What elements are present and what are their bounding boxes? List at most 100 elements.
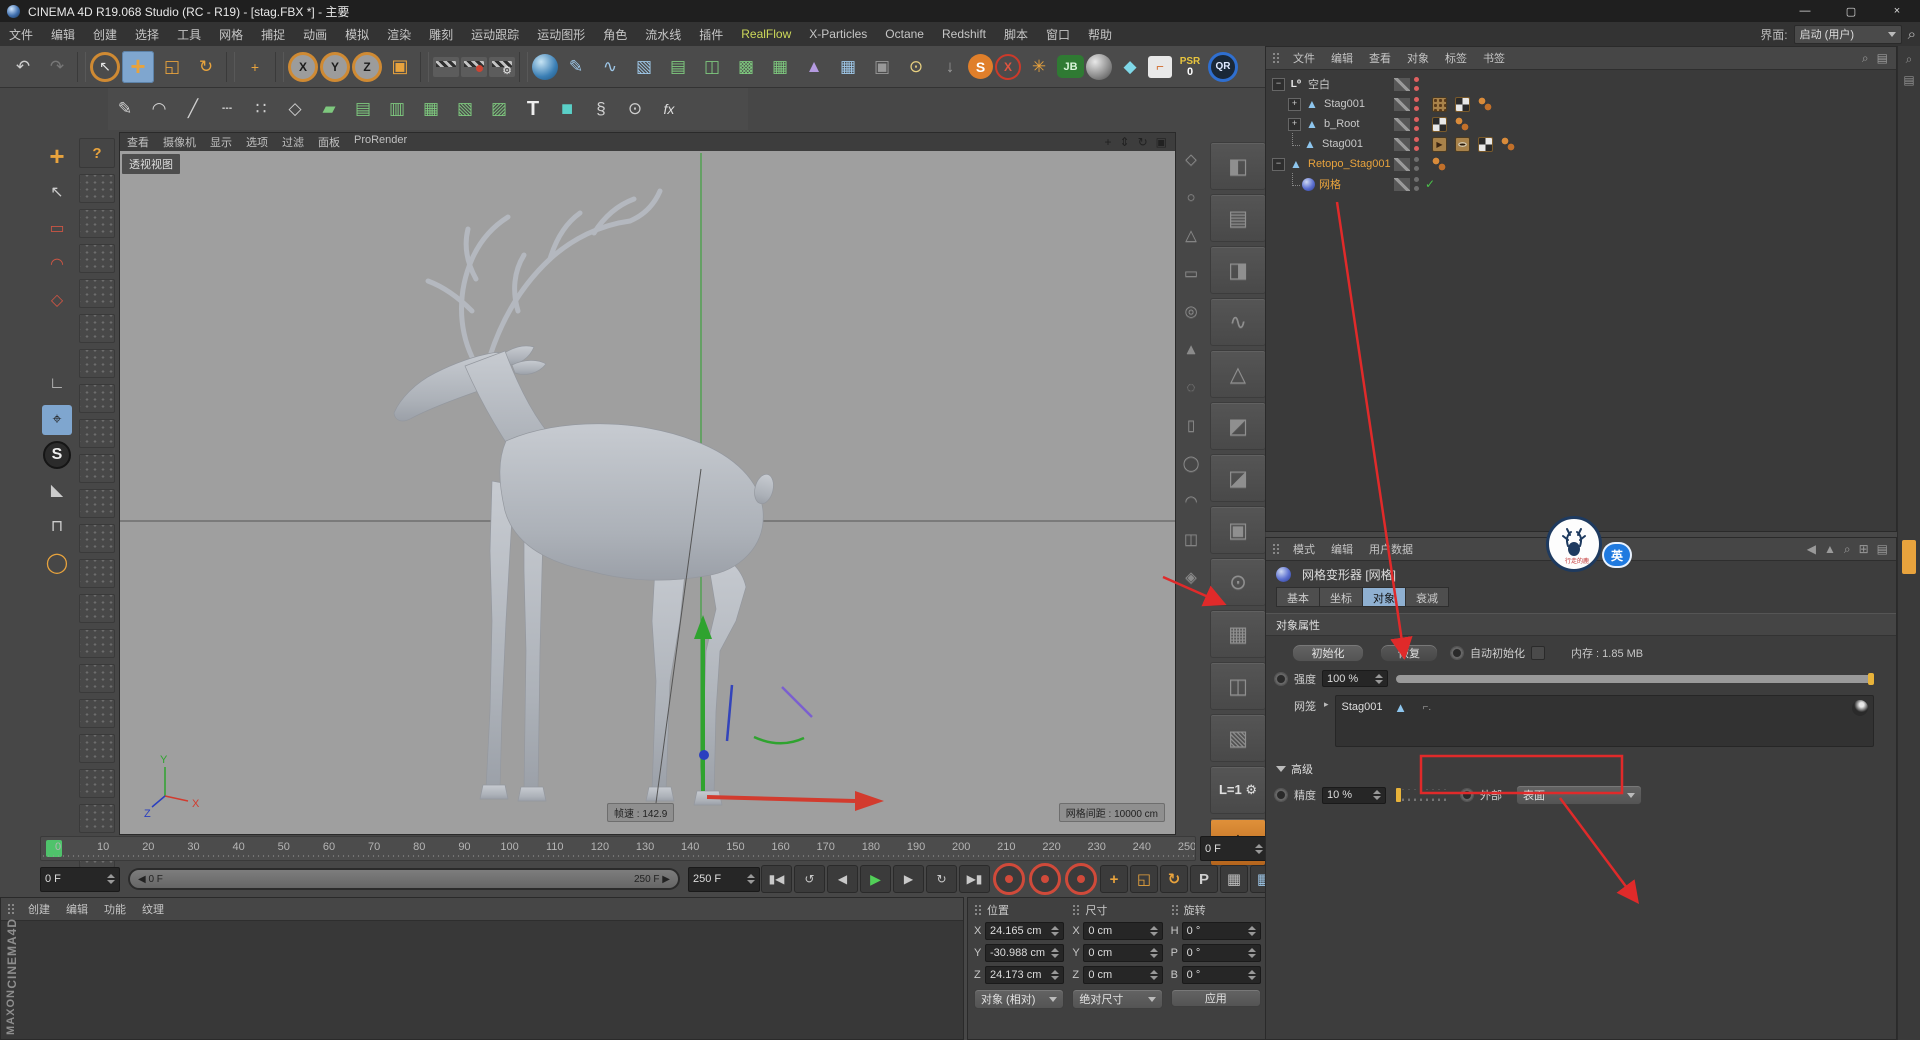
render-view-button[interactable] (433, 57, 459, 77)
cage-item[interactable]: Stag001 ▲ ⌐. (1342, 699, 1867, 715)
advanced-section[interactable]: 高级 (1266, 761, 1896, 777)
maximize-button[interactable]: ▢ (1828, 0, 1874, 22)
volume-cube-button[interactable]: ■ (551, 93, 583, 125)
realflow-button[interactable]: S (968, 54, 993, 79)
jet-fluids-button[interactable]: JB (1057, 55, 1084, 78)
accuracy-slider[interactable] (1394, 789, 1446, 801)
points-mode-button[interactable]: ∷ (245, 93, 277, 125)
menu-运动跟踪[interactable]: 运动跟踪 (462, 26, 528, 43)
wire-cone-icon[interactable]: △ (1178, 216, 1204, 254)
zoom-view-icon[interactable]: ⇕ (1120, 135, 1130, 149)
rotate-button[interactable]: ↻ (190, 51, 222, 83)
viewport-menu-ProRender[interactable]: ProRender (354, 134, 407, 150)
collapse-icon[interactable]: − (1272, 78, 1285, 91)
attribute-menu-模式[interactable]: 模式 (1293, 541, 1315, 557)
film-tag-icon[interactable] (1432, 137, 1447, 152)
accuracy-radio[interactable] (1274, 788, 1288, 802)
layer-dots-icon[interactable] (1414, 177, 1420, 191)
wire-cube-icon[interactable]: ◇ (1178, 140, 1204, 178)
mode-pattern-tile[interactable] (79, 629, 115, 658)
sound-button[interactable]: ↓ (934, 51, 966, 83)
tab-对象[interactable]: 对象 (1363, 587, 1406, 607)
mode-pattern-tile[interactable] (79, 489, 115, 518)
matrix-extrude-button[interactable]: ▧ (449, 93, 481, 125)
mode-pattern-tile[interactable] (79, 594, 115, 623)
layer-dots-icon[interactable] (1414, 137, 1420, 151)
mode-pattern-tile[interactable] (79, 559, 115, 588)
drag-handle-icon[interactable] (1272, 543, 1281, 556)
maximize-view-icon[interactable]: ▣ (1156, 135, 1167, 149)
coords-field-尺寸-Z[interactable]: 0 cm (1083, 966, 1162, 984)
slider-handle[interactable] (1868, 673, 1874, 685)
menu-RealFlow[interactable]: RealFlow (732, 27, 800, 41)
layer-dots-icon[interactable] (1414, 77, 1420, 91)
coords-field-旋转-P[interactable]: 0 ° (1182, 944, 1261, 962)
coords-footer-dropdown[interactable]: 绝对尺寸 (1072, 989, 1162, 1009)
snap-tool-button[interactable]: S (43, 441, 71, 469)
current-frame-spinner[interactable]: 0 F (40, 867, 120, 892)
octane-button[interactable]: ● (1086, 54, 1112, 80)
object-row[interactable]: +▲Stag001 (1266, 94, 1896, 114)
symmetry-generator-button[interactable]: ◫ (696, 51, 728, 83)
drag-handle-icon[interactable] (1272, 52, 1281, 65)
attribute-menu-用户数据[interactable]: 用户数据 (1369, 541, 1413, 557)
stepper-icon[interactable] (1146, 948, 1158, 958)
render-picture-viewer-button[interactable] (461, 57, 487, 77)
visibility-toggle-icon[interactable] (1393, 177, 1411, 192)
accuracy-field[interactable]: 10 % (1322, 787, 1386, 804)
record-parameter-button[interactable]: P (1190, 865, 1218, 893)
torus-mode-button[interactable]: ◯ (42, 547, 72, 577)
interface-dropdown[interactable]: 启动 (用户) (1794, 25, 1902, 44)
coords-footer-dropdown[interactable]: 对象 (相对) (974, 989, 1064, 1009)
coords-field-位置-X[interactable]: 24.165 cm (985, 922, 1064, 940)
stepper-icon[interactable] (1244, 970, 1256, 980)
mode-pattern-tile[interactable] (79, 244, 115, 273)
viewport-menu-过滤[interactable]: 过滤 (282, 134, 304, 150)
attribute-menu-编辑[interactable]: 编辑 (1331, 541, 1353, 557)
stepper-icon[interactable] (1244, 948, 1256, 958)
mode-pattern-tile[interactable] (79, 314, 115, 343)
wire-sphere-icon[interactable]: ○ (1178, 178, 1204, 216)
viewport-canvas[interactable]: Y Z X (120, 151, 1175, 834)
dots-tag-icon[interactable] (1501, 137, 1516, 152)
play-forwards-button[interactable]: ▶ (860, 865, 891, 893)
light-group-icon[interactable]: ⊙ (1210, 558, 1266, 606)
viewport-menu-选项[interactable]: 选项 (246, 134, 268, 150)
keyframe-selection-record-button[interactable] (1065, 863, 1097, 895)
move-button[interactable]: + (122, 51, 154, 83)
wire-capsule-icon[interactable]: ◯ (1178, 444, 1204, 482)
previous-frame-button[interactable]: ◀ (827, 865, 858, 893)
spiral-tool-button[interactable]: § (585, 93, 617, 125)
mode-pattern-tile[interactable] (79, 734, 115, 763)
stitch-sew-button[interactable]: ┄ (211, 93, 243, 125)
object-menu-编辑[interactable]: 编辑 (1331, 50, 1353, 66)
wire-disc-icon[interactable]: ◌ (1178, 368, 1204, 406)
cube-primitive-button[interactable]: ▧ (628, 51, 660, 83)
om-search-icon[interactable]: ⌕ (1862, 51, 1869, 66)
menu-动画[interactable]: 动画 (294, 26, 336, 43)
am-add-icon[interactable]: ⊞ (1859, 542, 1869, 557)
visibility-toggle-icon[interactable] (1393, 137, 1411, 152)
redshift-button[interactable]: ◆ (1114, 51, 1146, 83)
stepper-icon[interactable] (1244, 926, 1256, 936)
object-row[interactable]: −▲Retopo_Stag001 (1266, 154, 1896, 174)
coordinate-system-button[interactable]: ▣ (384, 51, 416, 83)
visibility-toggle-icon[interactable] (1393, 117, 1411, 132)
strength-slider[interactable] (1396, 675, 1874, 683)
wire-plane-icon[interactable]: ▭ (1178, 254, 1204, 292)
paint-tool-button[interactable]: ◣ (42, 475, 72, 505)
spline-group-icon[interactable]: ∿ (1210, 298, 1266, 346)
menu-运动图形[interactable]: 运动图形 (528, 26, 594, 43)
menu-角色[interactable]: 角色 (594, 26, 636, 43)
wire-tube-icon[interactable]: ▯ (1178, 406, 1204, 444)
coords-field-位置-Z[interactable]: 24.173 cm (985, 966, 1064, 984)
pen-spline-button[interactable]: ✎ (560, 51, 592, 83)
om-filter-icon[interactable]: ▤ (1877, 51, 1888, 66)
psr-button[interactable]: PSR0 (1174, 51, 1206, 83)
checker-tag-icon[interactable] (1432, 117, 1447, 132)
material-menu-编辑[interactable]: 编辑 (66, 901, 88, 917)
object-row[interactable]: −L⁰空白 (1266, 74, 1896, 94)
layout-tab[interactable] (1902, 540, 1916, 574)
coords-field-尺寸-X[interactable]: 0 cm (1083, 922, 1162, 940)
exterior-radio[interactable] (1460, 788, 1474, 802)
